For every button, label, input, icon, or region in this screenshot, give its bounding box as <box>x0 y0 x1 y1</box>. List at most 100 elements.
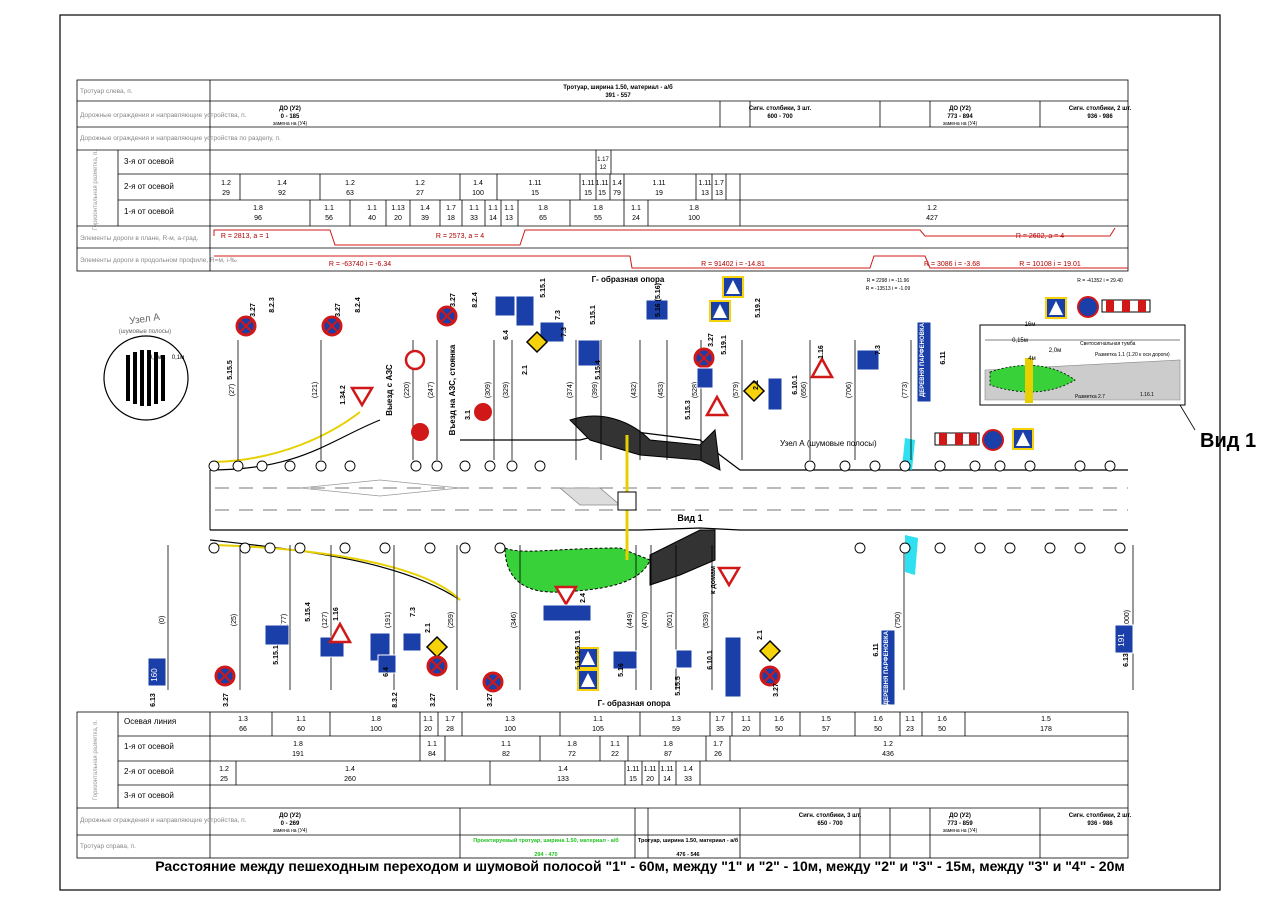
no-parking-sign-icon <box>321 315 343 337</box>
post-circle <box>934 460 946 472</box>
bottom-guard-range: 650 - 700 <box>817 821 843 827</box>
post-circle <box>1024 460 1036 472</box>
top-lane1-type: 1.1 <box>324 205 334 212</box>
top-profile-value: R = 10108 i = 19.01 <box>1019 261 1081 268</box>
road-signs: Узел А (шумовые полосы) 0,2м 0,1м Г- образна… <box>119 275 1170 708</box>
top-lane1-type: 1.1 <box>367 205 377 212</box>
bottom-new-sidewalk-title: Проектируемый тротуар, ширина 1.50, мате… <box>473 837 619 844</box>
top-lane2-type: 1.11 <box>698 180 711 187</box>
bottom-guard-note: замена на (У4) <box>943 828 978 834</box>
node-legend-label: 0,2м <box>149 355 161 361</box>
warning-sign-icon <box>327 621 353 644</box>
top-profile-value: R = -63740 i = -6.34 <box>329 261 391 268</box>
station-top-label: (374) <box>567 382 574 398</box>
bottom-guard-range: 936 - 986 <box>1087 821 1113 827</box>
top-lane1-type: 1.8 <box>253 205 263 212</box>
bottom-axis-type: 1.1 <box>741 716 751 723</box>
bottom-axis-value: 178 <box>1040 726 1052 733</box>
top-lane1-value: 96 <box>254 215 262 222</box>
lane-direction-sign-icon <box>675 649 693 669</box>
post-circle <box>315 460 327 472</box>
bottom-axis-value: 50 <box>775 726 783 733</box>
post-circle <box>494 542 506 554</box>
bottom-lane2-value: 20 <box>646 776 654 783</box>
post-circle <box>232 460 244 472</box>
top-guard-type: ДО (У2) <box>949 106 971 112</box>
bottom-row-label: 2-я от осевой <box>124 767 174 776</box>
bottom-sidewalk-title: Тротуар, ширина 1.50, материал - а/б <box>638 837 739 844</box>
top-lane2-value: 92 <box>278 190 286 197</box>
bottom-axis-type: 1.3 <box>671 716 681 723</box>
end-restriction-sign-icon <box>982 429 1004 451</box>
station-bottom-label: (77) <box>281 614 288 626</box>
top-lane2-value: 15 <box>531 190 539 197</box>
bottom-lane2-type: 1.11 <box>660 766 673 773</box>
top-lane3-type: 1.17 <box>597 157 609 163</box>
pedestrian-crossing-sign-icon <box>1045 297 1067 319</box>
bottom-sign-code: 6.13 <box>150 693 157 707</box>
post-circle <box>969 460 981 472</box>
top-guard-type: ДО (У2) <box>279 106 301 112</box>
detail-116-label: 1.16.1 <box>1140 392 1154 398</box>
bottom-row-label: Осевая линия <box>124 717 176 726</box>
post-circle <box>208 542 220 554</box>
top-lane2-value: 27 <box>416 190 424 197</box>
bottom-lane2-type: 1.11 <box>626 766 639 773</box>
bottom-lane1-type: 1.8 <box>567 741 577 748</box>
bottom-sign-code: 2.1 <box>757 630 764 640</box>
top-guard-type: Сигн. столбики, 3 шт. <box>749 105 812 112</box>
warning-sign-icon <box>704 394 730 417</box>
top-lane2-type: 1.4 <box>612 180 622 187</box>
top-sign-code: 1.34.2 <box>340 385 347 405</box>
bottom-lane1-value: 191 <box>292 751 304 758</box>
detail-mark-label: Разметка 1.1 (1.20 к оси дороги) <box>1095 352 1170 358</box>
station-bottom-label: (191) <box>385 612 392 628</box>
node-a-legend <box>103 335 189 421</box>
station-bottom-label: (501) <box>667 612 674 628</box>
bottom-axis-value: 100 <box>504 726 516 733</box>
top-sign-code: 6.11 <box>940 351 947 364</box>
bottom-sign-code: 8.3.2 <box>392 692 399 708</box>
bottom-axis-type: 1.8 <box>371 716 381 723</box>
no-parking-sign-icon <box>759 665 781 687</box>
station-top-label: (773) <box>902 382 909 398</box>
top-plan-value: R = 2813, a = 1 <box>221 233 269 240</box>
top-lane1-type: 1.13 <box>391 205 405 212</box>
bottom-lane2-value: 33 <box>684 776 692 783</box>
top-sign-code: 5.19.2 <box>755 298 762 318</box>
post-circle <box>854 542 866 554</box>
no-parking-sign-icon <box>693 347 715 369</box>
vid1-title: Вид 1 <box>1200 430 1257 452</box>
station-bottom-label: (127) <box>322 612 329 628</box>
top-sign-code: 3.27 <box>708 333 715 347</box>
top-lane2-type: 1.4 <box>473 180 483 187</box>
top-sign-code: 3.27 <box>250 303 257 317</box>
top-profile-value: R = 91402 i = -14.81 <box>701 261 765 268</box>
no-parking-sign-icon <box>426 655 448 677</box>
post-circle <box>256 460 268 472</box>
top-lane1-value: 18 <box>447 215 455 222</box>
post-circle <box>899 460 911 472</box>
bottom-row-label: 3-я от осевой <box>124 791 174 800</box>
fuel-station-sign-icon <box>402 632 422 652</box>
top-lane2-type: 1.11 <box>652 180 665 187</box>
no-entry-sign-icon <box>411 423 429 441</box>
bottom-lane2-type: 1.4 <box>345 766 355 773</box>
top-row-label: 3-я от осевой <box>124 157 174 166</box>
bottom-guard-range: 0 - 269 <box>281 821 300 827</box>
bottom-lane1-type: 1.8 <box>663 741 673 748</box>
node-legend-label: 0,1м <box>172 355 184 361</box>
top-lane1-value: 39 <box>421 215 429 222</box>
bottom-guard-type: Сигн. столбики, 2 шт. <box>1069 812 1132 819</box>
top-sign-code: 5.16 (5.16) <box>655 283 662 317</box>
top-sign-code: 2.1 <box>522 365 529 375</box>
bottom-sign-code: 3.27 <box>430 693 437 707</box>
top-guard-note: замена на (У4) <box>943 121 978 127</box>
post-circle <box>1104 460 1116 472</box>
top-lane2-type: 1.11 <box>528 180 541 187</box>
bottom-lane2-value: 15 <box>629 776 637 783</box>
detail-dimension: 2,0м <box>1049 348 1061 354</box>
bottom-lane2-value: 260 <box>344 776 356 783</box>
top-sign-code: 5.15.1 <box>540 278 547 298</box>
station-top-label: (247) <box>428 382 435 398</box>
